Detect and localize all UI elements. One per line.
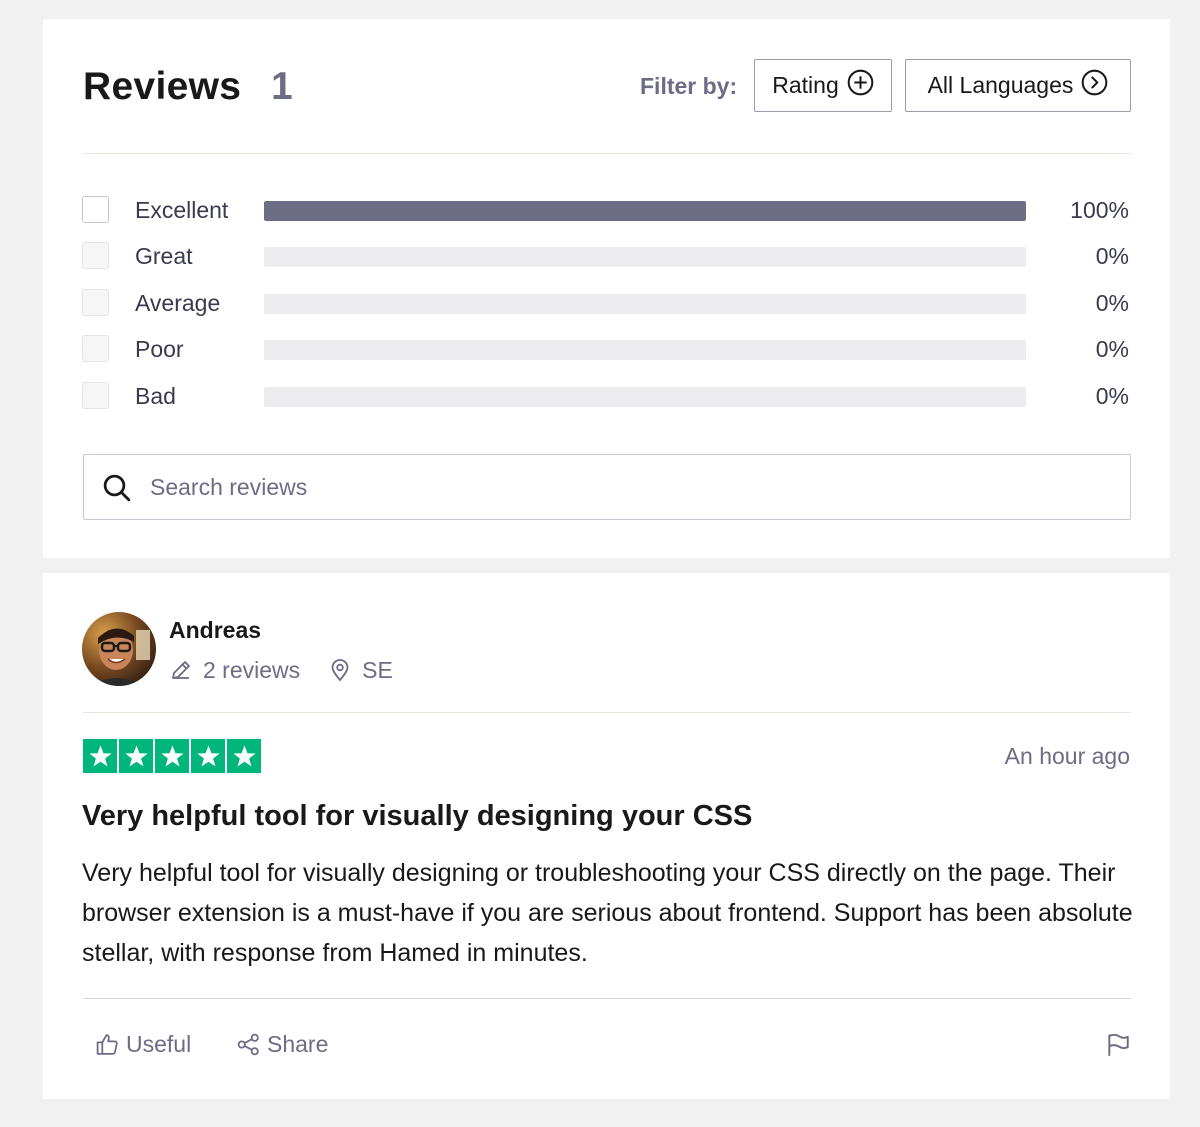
- rating-row-poor: Poor 0%: [81, 335, 1131, 365]
- rating-row-bad: Bad 0%: [81, 382, 1131, 412]
- language-filter-label: All Languages: [927, 72, 1074, 98]
- review-title[interactable]: Very helpful tool for visually designing…: [82, 800, 752, 833]
- search-reviews-box: [83, 454, 1131, 520]
- rating-label: Great: [135, 243, 193, 269]
- useful-label: Useful: [126, 1030, 192, 1057]
- reviews-heading: Reviews: [83, 65, 242, 108]
- rating-percent: 0%: [1095, 383, 1129, 409]
- author-divider: [83, 712, 1131, 713]
- plus-circle-icon: [847, 69, 874, 102]
- rating-bar-track: [264, 247, 1026, 267]
- star-rating: [83, 739, 261, 773]
- reviews-summary-card: Reviews 1 Filter by: Rating All Language…: [43, 19, 1170, 558]
- review-card: Andreas 2 reviews SE An hour ago Very he…: [43, 573, 1170, 1099]
- checkbox-excellent[interactable]: [82, 196, 109, 223]
- review-date: An hour ago: [1004, 743, 1130, 769]
- rating-bar-track: [264, 294, 1026, 314]
- rating-filter-label: Rating: [772, 72, 839, 98]
- review-count-label: 2 reviews: [203, 656, 301, 683]
- rating-row-average: Average 0%: [81, 289, 1131, 319]
- rating-percent: 0%: [1095, 336, 1129, 362]
- chevron-right-circle-icon: [1081, 69, 1108, 102]
- rating-label: Bad: [135, 383, 176, 409]
- rating-row-excellent: Excellent 100%: [81, 196, 1131, 226]
- checkbox-great[interactable]: [82, 242, 109, 269]
- share-icon: [237, 1033, 259, 1055]
- rating-bar-fill: [264, 201, 1026, 221]
- rating-bar-track: [264, 201, 1026, 221]
- author-meta: 2 reviews SE: [169, 655, 393, 685]
- star-icon: [227, 739, 261, 773]
- rating-label: Average: [135, 290, 221, 316]
- author-location: SE: [328, 657, 393, 684]
- flag-icon[interactable]: [1105, 1032, 1131, 1058]
- location-pin-icon: [331, 659, 349, 682]
- filter-label: Filter by:: [640, 73, 738, 99]
- pencil-icon: [172, 661, 190, 679]
- search-reviews-input[interactable]: [150, 455, 1110, 519]
- language-filter-button[interactable]: All Languages: [905, 59, 1131, 112]
- country-code: SE: [362, 656, 393, 683]
- rating-percent: 100%: [1070, 197, 1129, 223]
- rating-filter-button[interactable]: Rating: [754, 59, 892, 112]
- star-icon: [155, 739, 189, 773]
- share-label: Share: [267, 1030, 329, 1057]
- header-divider: [83, 153, 1131, 154]
- checkbox-poor[interactable]: [82, 335, 109, 362]
- review-body: Very helpful tool for visually designing…: [82, 859, 1133, 967]
- review-footer-divider: [83, 998, 1131, 999]
- star-icon: [83, 739, 117, 773]
- checkbox-bad[interactable]: [82, 382, 109, 409]
- rating-percent: 0%: [1095, 290, 1129, 316]
- rating-label: Poor: [135, 336, 184, 362]
- rating-bar-track: [264, 387, 1026, 407]
- checkbox-average[interactable]: [82, 289, 109, 316]
- author-review-count: 2 reviews: [169, 657, 300, 684]
- reviews-count: 1: [271, 65, 293, 108]
- avatar[interactable]: [82, 612, 156, 686]
- star-icon: [119, 739, 153, 773]
- thumbs-up-icon: [96, 1033, 118, 1055]
- author-name[interactable]: Andreas: [169, 617, 261, 644]
- search-icon: [103, 474, 131, 502]
- star-icon: [191, 739, 225, 773]
- share-button[interactable]: Share: [236, 1029, 328, 1059]
- rating-bar-track: [264, 340, 1026, 360]
- useful-button[interactable]: Useful: [95, 1029, 191, 1059]
- rating-label: Excellent: [135, 197, 229, 223]
- rating-percent: 0%: [1095, 243, 1129, 269]
- rating-row-great: Great 0%: [81, 242, 1131, 272]
